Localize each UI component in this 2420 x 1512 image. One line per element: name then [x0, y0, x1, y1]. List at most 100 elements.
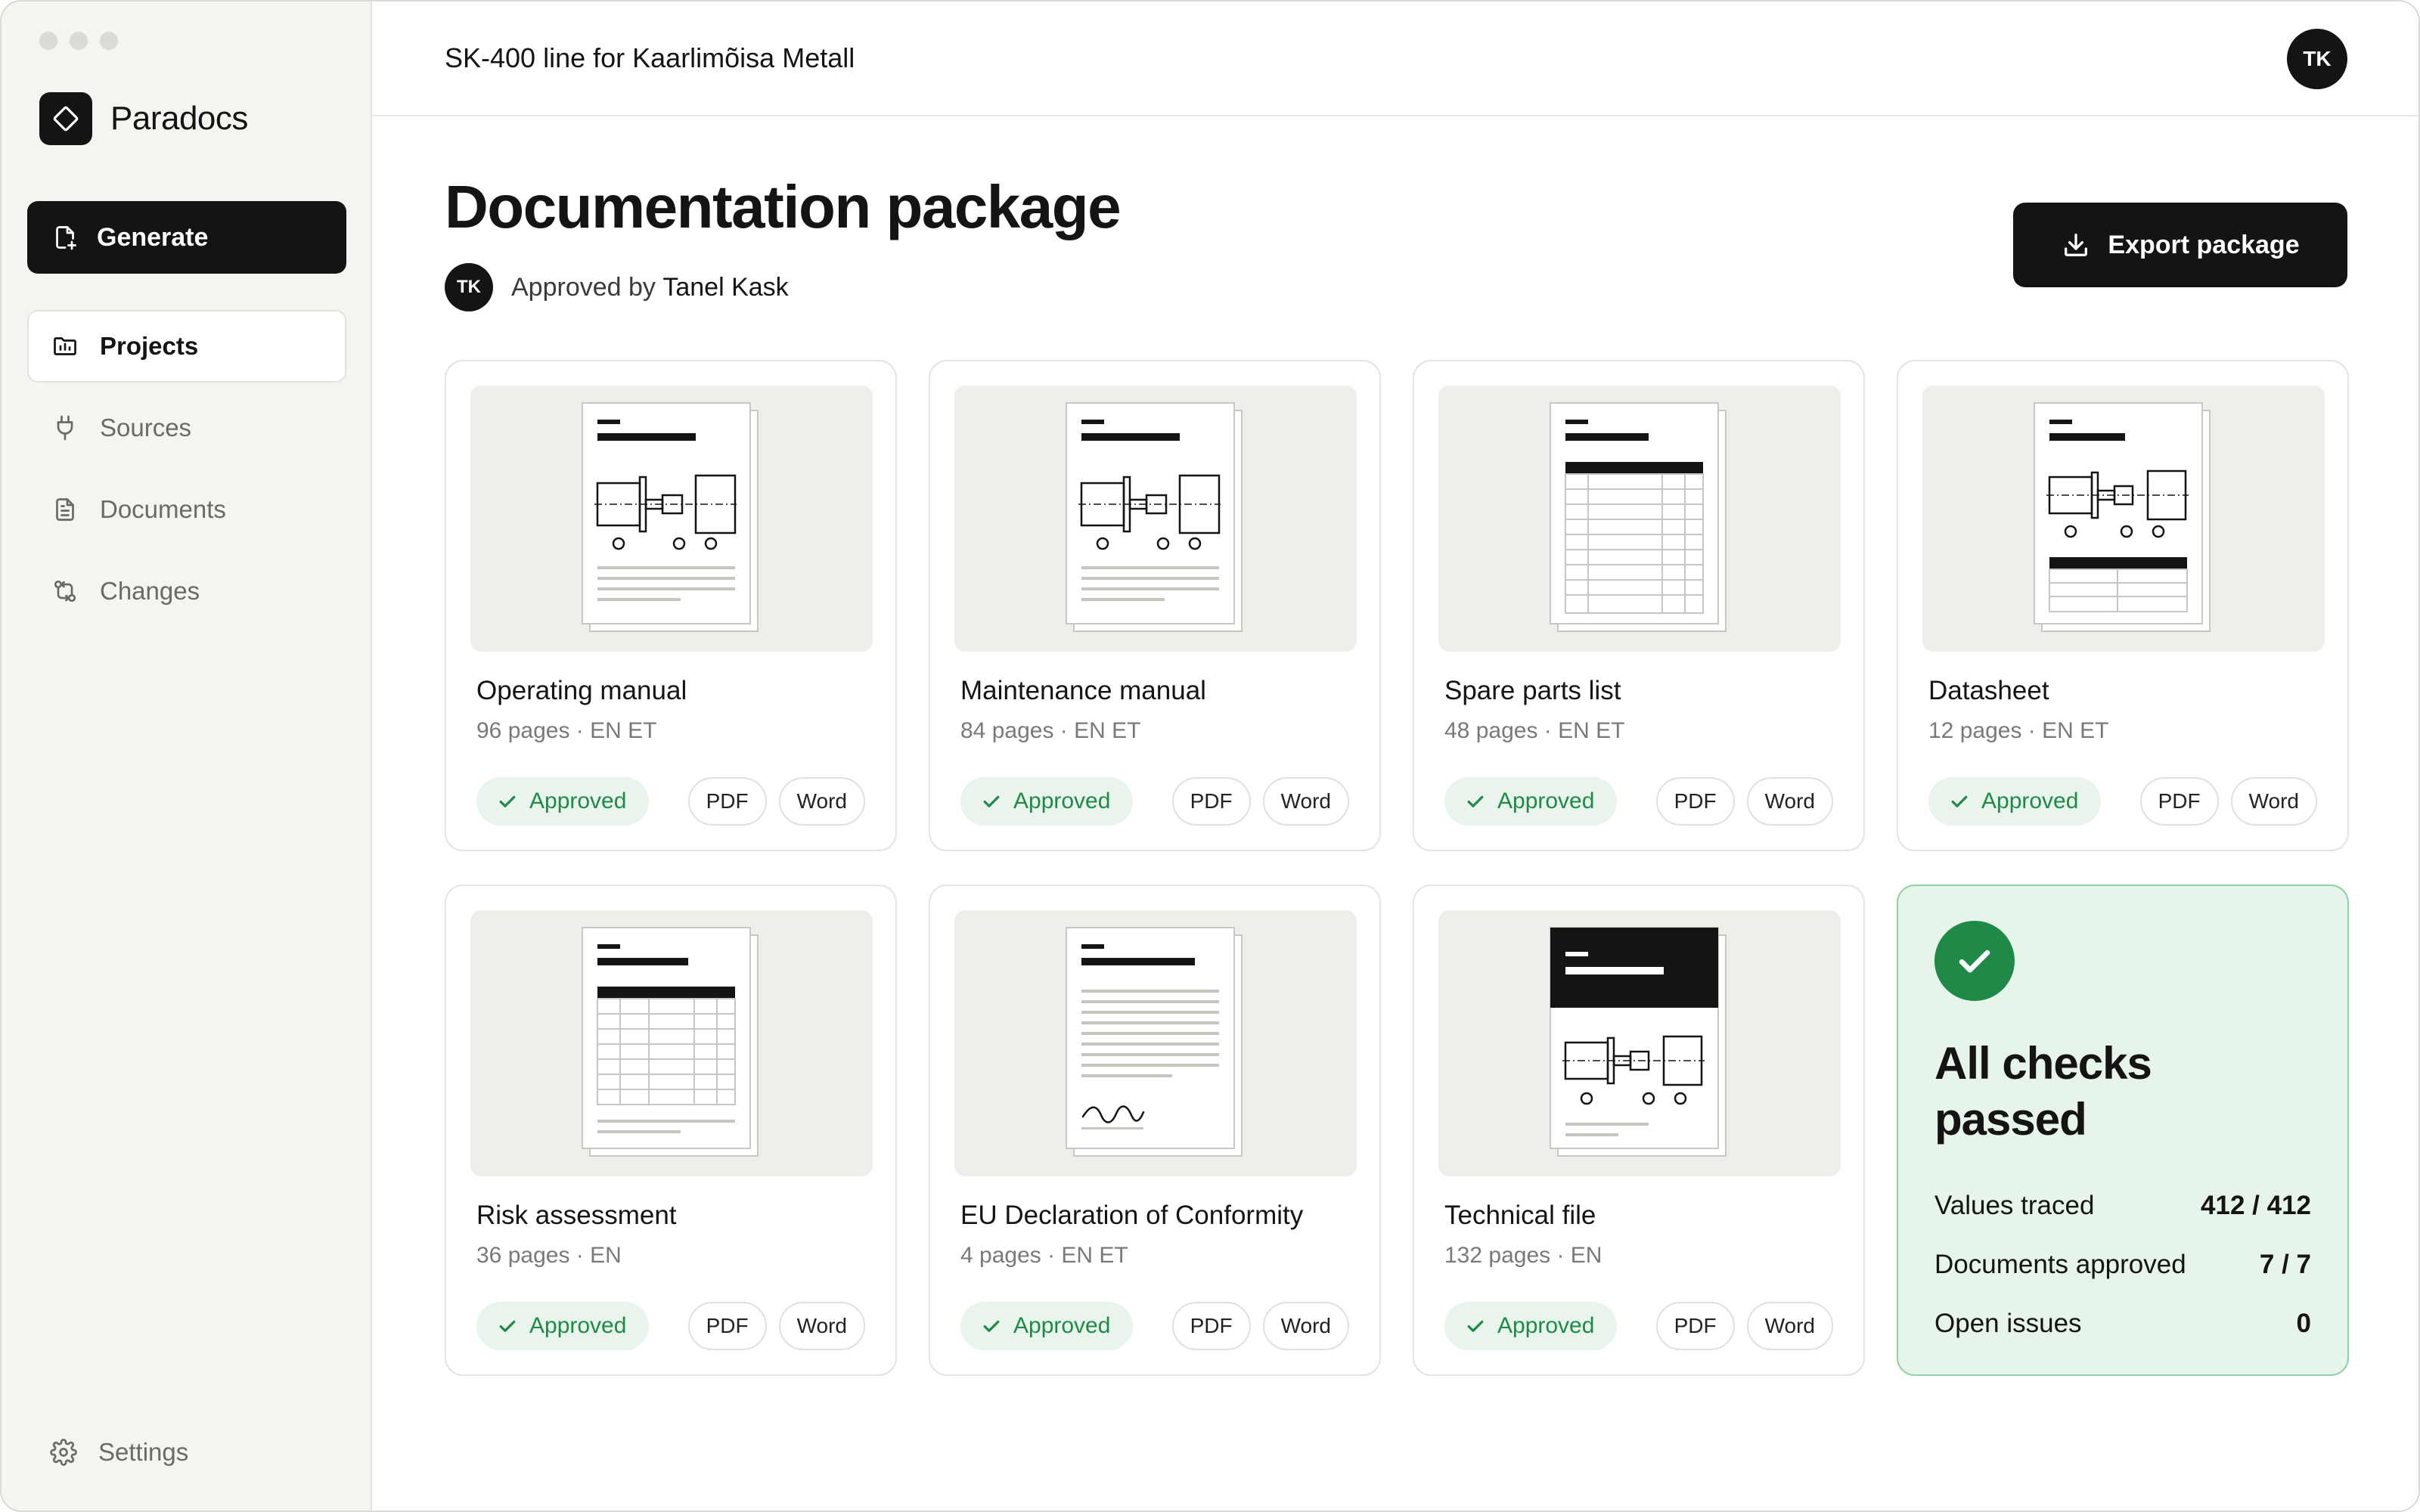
brand[interactable]: Paradocs — [39, 92, 248, 145]
gear-icon — [50, 1439, 77, 1466]
status-label: Approved — [1497, 789, 1595, 813]
check-icon — [983, 1320, 1000, 1332]
download-word-button[interactable]: Word — [1746, 777, 1833, 826]
download-word-button[interactable]: Word — [2230, 777, 2317, 826]
document-meta: 36 pages · EN — [476, 1243, 622, 1268]
stat-documents-approved: Documents approved 7 / 7 — [1934, 1235, 2311, 1294]
paradocs-logo-icon — [39, 92, 92, 145]
stat-label: Values traced — [1934, 1191, 2095, 1220]
document-thumbnail — [470, 386, 873, 652]
download-word-button[interactable]: Word — [778, 777, 865, 826]
document-title: Technical file — [1444, 1201, 1596, 1230]
summary-stats: Values traced 412 / 412 Documents approv… — [1934, 1176, 2311, 1353]
status-badge: Approved — [476, 1302, 650, 1350]
sidebar-item-projects[interactable]: Projects — [27, 310, 346, 383]
download-pdf-button[interactable]: PDF — [1655, 777, 1735, 826]
sidebar-item-documents[interactable]: Documents — [27, 473, 346, 546]
document-meta: 96 pages · EN ET — [476, 718, 657, 743]
format-buttons: PDF Word — [1655, 777, 1833, 826]
stat-open-issues: Open issues 0 — [1934, 1294, 2311, 1353]
check-icon — [983, 795, 1000, 807]
download-word-button[interactable]: Word — [778, 1302, 865, 1350]
sidebar-item-label: Changes — [100, 577, 200, 605]
document-thumbnail — [954, 386, 1357, 652]
document-actions: Approved PDF Word — [960, 777, 1349, 826]
document-card-maintenance-manual[interactable]: Maintenance manual 84 pages · EN ET Appr… — [929, 360, 1381, 851]
status-label: Approved — [529, 1313, 627, 1338]
stat-value: 7 / 7 — [2259, 1250, 2311, 1279]
format-buttons: PDF Word — [1655, 1302, 1833, 1350]
document-thumbnail — [470, 910, 873, 1176]
download-word-button[interactable]: Word — [1746, 1302, 1833, 1350]
sidebar-item-settings[interactable]: Settings — [50, 1438, 188, 1467]
document-thumbnail — [1922, 386, 2325, 652]
download-pdf-button[interactable]: PDF — [1171, 1302, 1251, 1350]
sidebar-item-label: Projects — [100, 332, 199, 360]
stat-value: 412 / 412 — [2201, 1191, 2311, 1220]
format-buttons: PDF Word — [1171, 777, 1349, 826]
approver-avatar: TK — [445, 263, 493, 311]
sidebar-item-sources[interactable]: Sources — [27, 392, 346, 464]
generate-button[interactable]: Generate — [27, 201, 346, 274]
stat-value: 0 — [2296, 1309, 2311, 1338]
status-badge: Approved — [1444, 1302, 1618, 1350]
stat-label: Documents approved — [1934, 1250, 2186, 1279]
format-buttons: PDF Word — [687, 777, 865, 826]
minimize-window-dot[interactable] — [70, 32, 88, 50]
file-plus-icon — [56, 226, 76, 250]
summary-title: All checks passed — [1934, 1036, 2311, 1148]
status-label: Approved — [1013, 1313, 1111, 1338]
maximize-window-dot[interactable] — [100, 32, 118, 50]
settings-label: Settings — [98, 1438, 189, 1466]
check-icon — [499, 795, 516, 807]
document-card-eu-declaration[interactable]: EU Declaration of Conformity 4 pages · E… — [929, 885, 1381, 1376]
download-icon — [2065, 234, 2088, 256]
sidebar-item-changes[interactable]: Changes — [27, 555, 346, 627]
download-pdf-button[interactable]: PDF — [687, 777, 767, 826]
export-package-button[interactable]: Export package — [2013, 203, 2347, 287]
document-thumbnail — [1438, 910, 1841, 1176]
sidebar: Paradocs Generate Projects Sources Docum… — [2, 2, 372, 1510]
document-actions: Approved PDF Word — [476, 1302, 865, 1350]
document-card-spare-parts-list[interactable]: Spare parts list 48 pages · EN ET Approv… — [1413, 360, 1865, 851]
download-word-button[interactable]: Word — [1262, 777, 1349, 826]
document-title: Risk assessment — [476, 1201, 677, 1230]
sidebar-nav: Projects Sources Documents Changes — [27, 310, 346, 637]
status-badge: Approved — [960, 1302, 1134, 1350]
check-icon — [1467, 1320, 1484, 1332]
download-pdf-button[interactable]: PDF — [687, 1302, 767, 1350]
status-label: Approved — [1981, 789, 2079, 813]
download-word-button[interactable]: Word — [1262, 1302, 1349, 1350]
document-meta: 12 pages · EN ET — [1928, 718, 2109, 743]
document-card-datasheet[interactable]: Datasheet 12 pages · EN ET Approved PDF … — [1897, 360, 2349, 851]
download-pdf-button[interactable]: PDF — [1171, 777, 1251, 826]
git-compare-icon — [54, 580, 76, 603]
page-title: Documentation package — [445, 173, 1122, 240]
user-avatar[interactable]: TK — [2287, 29, 2347, 89]
document-card-technical-file[interactable]: Technical file 132 pages · EN Approved P… — [1413, 885, 1865, 1376]
generate-label: Generate — [97, 222, 209, 252]
technical-file-cover-icon — [1550, 927, 1727, 1157]
signed-document-icon — [1066, 927, 1243, 1157]
document-title: Operating manual — [476, 676, 687, 705]
document-meta: 132 pages · EN — [1444, 1243, 1602, 1268]
approver-name: Tanel Kask — [662, 272, 789, 302]
success-check-icon — [1934, 921, 2015, 1001]
checks-summary-card: All checks passed Values traced 412 / 41… — [1897, 885, 2349, 1376]
document-card-risk-assessment[interactable]: Risk assessment 36 pages · EN Approved P… — [445, 885, 897, 1376]
download-pdf-button[interactable]: PDF — [1655, 1302, 1735, 1350]
status-badge: Approved — [1928, 777, 2102, 826]
stat-label: Open issues — [1934, 1309, 2082, 1338]
status-label: Approved — [529, 789, 627, 813]
format-buttons: PDF Word — [1171, 1302, 1349, 1350]
plug-icon — [57, 415, 73, 441]
close-window-dot[interactable] — [39, 32, 57, 50]
document-card-operating-manual[interactable]: Operating manual 96 pages · EN ET Approv… — [445, 360, 897, 851]
format-buttons: PDF Word — [687, 1302, 865, 1350]
document-thumbnail — [954, 910, 1357, 1176]
status-label: Approved — [1497, 1313, 1595, 1338]
top-bar: SK-400 line for Kaarlimõisa Metall TK — [372, 2, 2418, 116]
project-title: SK-400 line for Kaarlimõisa Metall — [445, 42, 855, 73]
document-actions: Approved PDF Word — [1444, 777, 1833, 826]
download-pdf-button[interactable]: PDF — [2139, 777, 2219, 826]
